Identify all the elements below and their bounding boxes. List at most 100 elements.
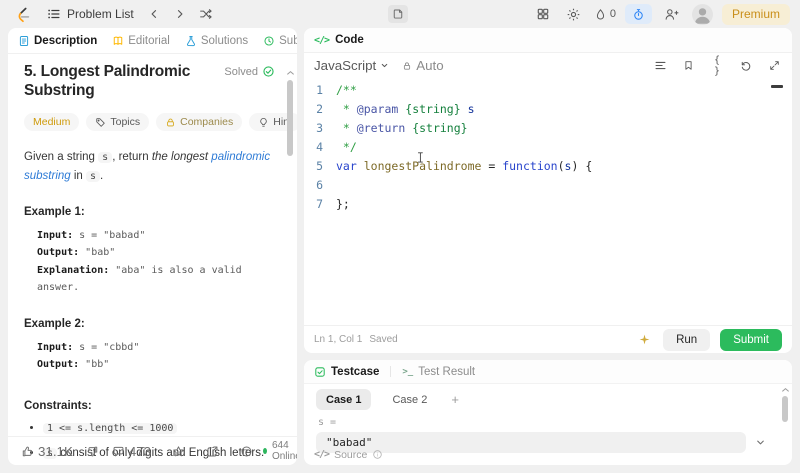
tab-editorial[interactable]: Editorial — [112, 35, 170, 47]
prev-question-button[interactable] — [143, 3, 165, 25]
bookmark-button[interactable] — [680, 58, 696, 74]
add-case-button[interactable]: + — [448, 392, 462, 407]
solved-badge: Solved — [224, 65, 275, 78]
svg-text:?: ? — [245, 448, 249, 455]
user-avatar[interactable] — [691, 3, 713, 25]
next-question-button[interactable] — [169, 3, 191, 25]
topics-label: Topics — [110, 116, 141, 129]
comment-count: 473 — [128, 443, 152, 459]
line-number: 7 — [316, 197, 323, 211]
expand-icon — [769, 61, 779, 70]
tab-test-result[interactable]: >_ Test Result — [402, 366, 475, 378]
tab-description-label: Description — [34, 34, 98, 47]
submit-button[interactable]: Submit — [720, 328, 782, 351]
terminal-icon: >_ — [402, 366, 414, 377]
editor-tools: { } — [652, 55, 782, 77]
case-1-chip[interactable]: Case 1 — [316, 389, 372, 410]
example-row: Input: s = "babad" — [37, 229, 146, 241]
companies-button[interactable]: Companies — [156, 113, 243, 132]
debug-notes-button[interactable] — [635, 331, 653, 349]
tab-description[interactable]: Description — [18, 35, 97, 47]
reset-code-button[interactable] — [738, 58, 754, 74]
lightbulb-icon — [260, 117, 267, 127]
tab-solutions-label: Solutions — [200, 34, 249, 47]
problem-content: 5. Longest Palindromic Substring Solved … — [8, 54, 297, 459]
collaborate-button[interactable] — [661, 3, 683, 25]
language-select[interactable]: JavaScript — [314, 58, 389, 73]
editor-column: </> Code JavaScript Auto {} 1 /** 2 * @… — [304, 28, 792, 465]
testcase-tabbar: Testcase >_ Test Result — [304, 360, 792, 384]
comment-icon — [113, 446, 124, 456]
help-button[interactable]: ? — [237, 443, 256, 460]
timer-button[interactable] — [624, 4, 652, 24]
examples-section: Example 1: Input: s = "babad" Output: "bab… — [24, 185, 281, 374]
statement-text: the longest — [151, 151, 212, 164]
favorite-button[interactable] — [169, 443, 188, 460]
format-lines-icon — [655, 61, 665, 70]
comments-button[interactable]: 473 — [109, 442, 154, 461]
scrollbar-thumb[interactable] — [782, 396, 788, 422]
case-2-chip[interactable]: Case 2 — [382, 389, 437, 410]
chevron-down-icon — [381, 63, 388, 68]
description-doc-icon — [19, 35, 29, 46]
leetcode-logo[interactable] — [10, 2, 34, 26]
problem-scrollbar[interactable] — [285, 70, 295, 156]
problem-list-icon — [47, 7, 61, 21]
run-button[interactable]: Run — [663, 328, 711, 351]
thumbs-down-icon — [87, 446, 98, 456]
notes-button[interactable] — [388, 5, 408, 23]
saved-status: Saved — [369, 334, 398, 345]
solutions-flask-icon — [186, 35, 195, 46]
fullscreen-button[interactable] — [766, 58, 782, 74]
code-panel: </> Code JavaScript Auto {} 1 /** 2 * @… — [304, 28, 792, 353]
example-row: Explanation: "aba" is also a valid answe… — [37, 264, 242, 294]
param-label: s = — [318, 417, 337, 428]
problem-list-label: Problem List — [67, 7, 134, 21]
testcase-scrollbar[interactable] — [780, 387, 790, 422]
testcase-footer: </> Source i — [304, 444, 792, 465]
streak-counter[interactable]: 0 — [594, 8, 616, 21]
example-block: Input: s = "cbbd" Output: "bb" — [24, 339, 281, 374]
example-heading: Example 2: — [24, 317, 85, 330]
tab-solutions[interactable]: Solutions — [185, 35, 248, 47]
settings-button[interactable] — [563, 3, 585, 25]
premium-button[interactable]: Premium — [721, 3, 790, 25]
code-line: 5 var longestPalindrome = function(s) { — [304, 157, 792, 176]
like-button[interactable]: 31.1K — [18, 442, 76, 461]
code-editor[interactable]: 1/** 2 * @param {string} s3 * @return {st… — [304, 78, 792, 325]
tag-icon — [96, 117, 106, 127]
tab-testcase[interactable]: Testcase — [314, 366, 379, 378]
line-number: 2 — [316, 102, 323, 116]
random-question-button[interactable] — [195, 3, 217, 25]
editor-toolbar: JavaScript Auto { } — [304, 53, 792, 78]
topics-button[interactable]: Topics — [86, 113, 150, 132]
stopwatch-icon — [634, 8, 643, 20]
code-line: 7}; — [304, 195, 792, 214]
problem-list-button[interactable]: Problem List — [42, 2, 139, 26]
auto-toggle[interactable]: Auto — [402, 58, 444, 73]
tab-testcase-label: Testcase — [331, 365, 380, 378]
share-button[interactable] — [203, 443, 222, 460]
tab-code[interactable]: Code — [335, 34, 364, 46]
online-dot-icon — [263, 448, 267, 454]
problem-title: 5. Longest Palindromic Substring — [24, 63, 191, 99]
tab-submissions[interactable]: Submissions — [263, 35, 297, 47]
code-tabbar: </> Code — [304, 28, 792, 53]
grid-icon — [537, 8, 549, 20]
example-row: Output: "bb" — [37, 359, 110, 371]
companies-label: Companies — [180, 116, 234, 129]
source-button[interactable]: Source — [334, 449, 367, 461]
code-line: 1/** — [304, 81, 792, 100]
question-circle-icon: ? — [241, 446, 252, 456]
brackets-button[interactable]: { } — [708, 55, 726, 77]
dislike-button[interactable] — [83, 443, 102, 460]
case-list: Case 1 Case 2 + — [316, 389, 766, 410]
sparkle-icon — [639, 334, 649, 345]
lock-icon — [404, 61, 411, 70]
format-code-button[interactable] — [652, 58, 668, 74]
scrollbar-thumb[interactable] — [287, 80, 293, 156]
streak-count: 0 — [609, 8, 616, 20]
editorial-book-icon — [114, 36, 123, 45]
testcase-body: Case 1 Case 2 + s = "babad" — [304, 384, 792, 453]
apps-grid-button[interactable] — [532, 3, 554, 25]
